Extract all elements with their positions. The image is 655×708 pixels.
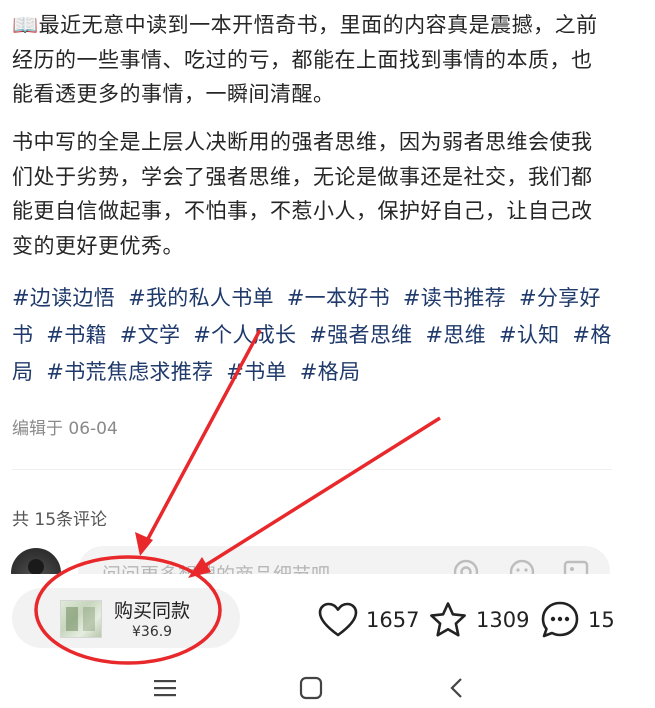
post-paragraph-2: 书中写的全是上层人决断用的强者思维，因为弱者思维会使我们处于劣势，学会了强者思维…	[12, 130, 593, 258]
comment-bubble-icon	[541, 601, 579, 638]
comment-count-number: 15	[588, 608, 615, 632]
heart-icon	[318, 602, 358, 637]
hashtag[interactable]: #我的私人书单	[128, 286, 274, 310]
menu-icon[interactable]	[152, 676, 178, 700]
favorite-button[interactable]: 1309	[428, 600, 529, 640]
star-icon	[430, 602, 466, 637]
favorite-count: 1309	[476, 608, 530, 632]
hashtag[interactable]: #边读边悟	[12, 286, 115, 310]
buy-label: 购买同款	[114, 600, 191, 622]
divider	[12, 469, 612, 470]
buy-same-button[interactable]: 购买同款 ¥36.9	[12, 588, 240, 648]
hashtag[interactable]: #文学	[120, 323, 181, 347]
hashtag[interactable]: #一本好书	[287, 286, 390, 310]
buy-price: ¥36.9	[132, 624, 173, 640]
hashtag[interactable]: #读书推荐	[403, 286, 506, 310]
hashtag[interactable]: #个人成长	[193, 323, 296, 347]
product-thumbnail	[60, 600, 102, 638]
hashtag[interactable]: #书荒焦虑求推荐	[46, 360, 213, 384]
edited-date: 编辑于 06-04	[12, 419, 118, 439]
hashtag[interactable]: #格局	[300, 360, 361, 384]
bottom-action-bar: 购买同款 ¥36.9 1657 1309 15	[0, 574, 655, 664]
hashtag[interactable]: #书单	[226, 360, 287, 384]
post-paragraph-1: 📖最近无意中读到一本开悟奇书，里面的内容真是震撼，之前经历的一些事情、吃过的亏，…	[12, 13, 598, 106]
system-nav-bar	[0, 668, 655, 708]
comment-button[interactable]: 15	[540, 600, 615, 640]
home-icon[interactable]	[298, 676, 324, 700]
hashtag[interactable]: #强者思维	[309, 323, 412, 347]
hashtag[interactable]: #书籍	[46, 323, 107, 347]
like-button[interactable]: 1657	[318, 600, 419, 640]
hashtag[interactable]: #思维	[425, 323, 486, 347]
back-icon[interactable]	[445, 676, 471, 700]
like-count: 1657	[366, 608, 420, 632]
hashtag-list: #边读边悟 #我的私人书单 #一本好书 #读书推荐 #分享好书 #书籍 #文学 …	[12, 280, 612, 391]
comment-count: 共 15条评论	[12, 510, 108, 530]
hashtag[interactable]: #认知	[499, 323, 560, 347]
